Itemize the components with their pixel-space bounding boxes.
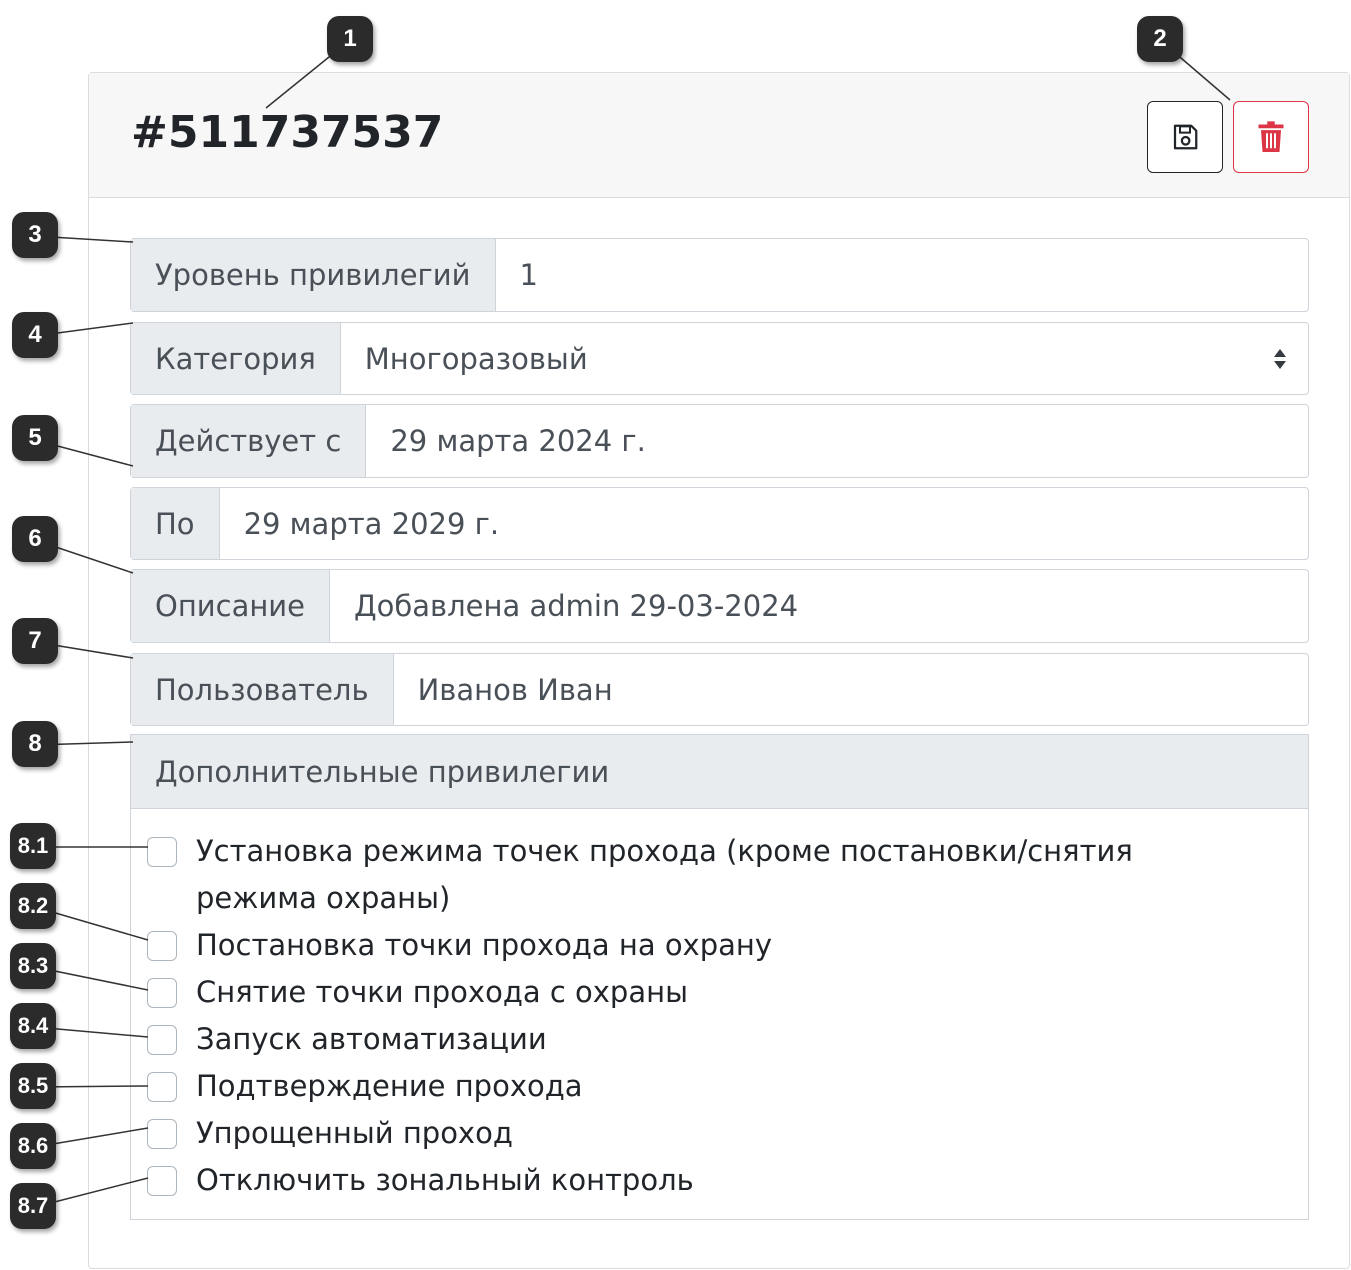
callout-badge: 8.1 <box>10 823 56 869</box>
callout-badge: 7 <box>12 618 58 664</box>
callout-badge: 8.4 <box>10 1003 56 1049</box>
callout-leader-lines <box>34 39 1231 1208</box>
callout-badge: 8.2 <box>10 883 56 929</box>
callout-badge: 4 <box>12 312 58 358</box>
callout-badge: 1 <box>327 16 373 62</box>
callout-badge: 8.6 <box>10 1123 56 1169</box>
callout-badge: 2 <box>1137 16 1183 62</box>
callout-badge: 8.5 <box>10 1063 56 1109</box>
callout-badge: 3 <box>12 212 58 258</box>
callout-badge: 6 <box>12 516 58 562</box>
callout-badge: 8.3 <box>10 943 56 989</box>
callout-badge: 8.7 <box>10 1183 56 1229</box>
callout-badge: 8 <box>12 721 58 767</box>
callout-badge: 5 <box>12 415 58 461</box>
